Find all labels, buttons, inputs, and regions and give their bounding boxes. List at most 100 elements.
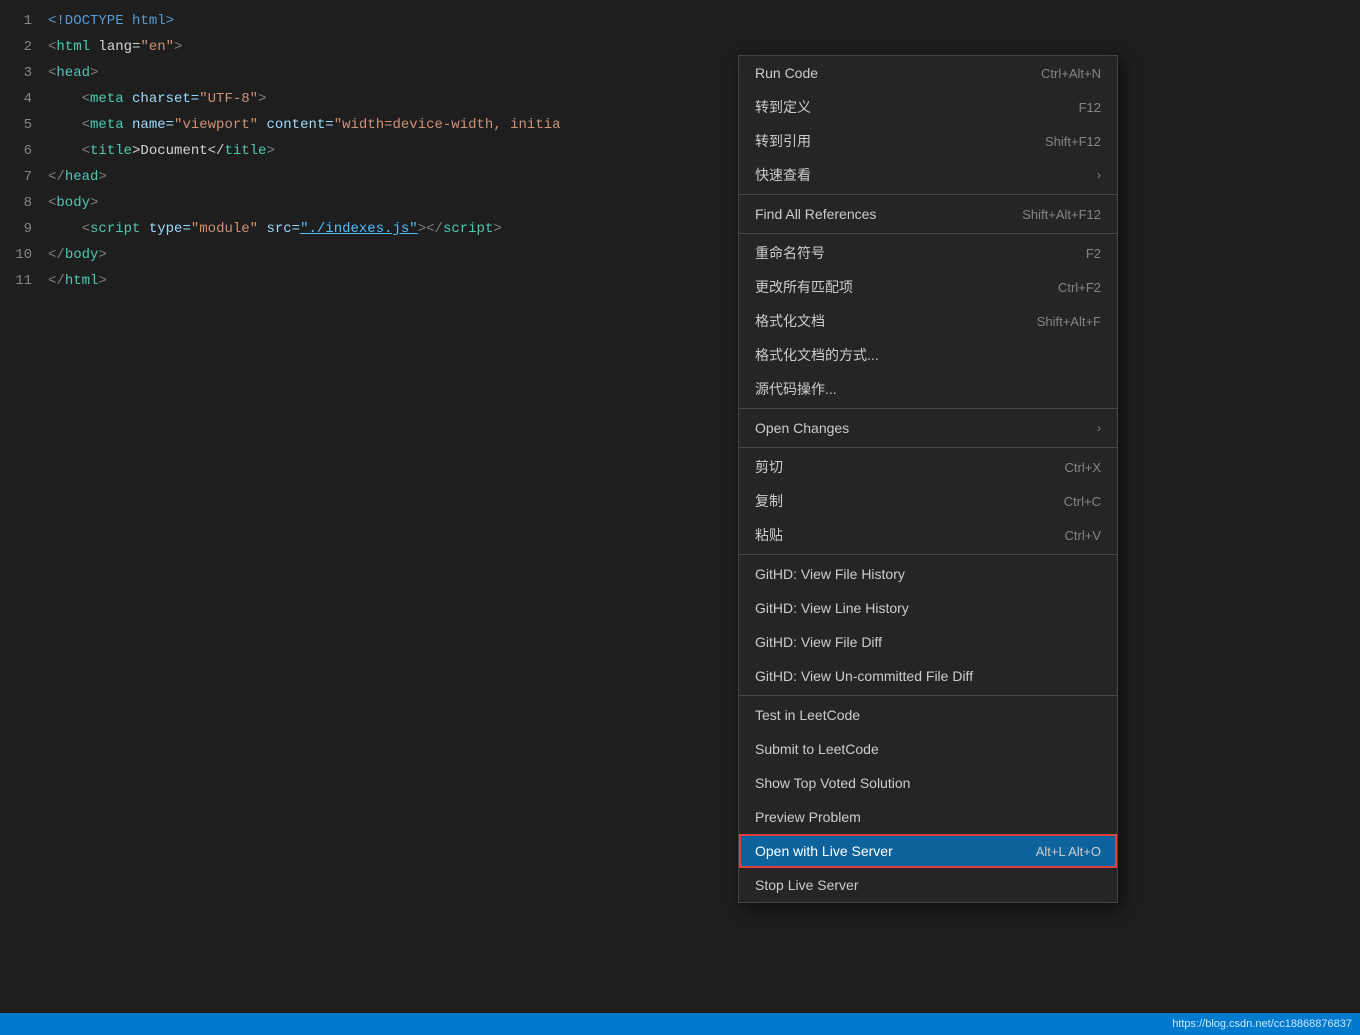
line-content: <script type="module" src="./indexes.js"… (48, 221, 502, 237)
code-line: 5 <meta name="viewport" content="width=d… (0, 112, 1360, 138)
menu-item-quick-view[interactable]: 快速查看 › (739, 158, 1117, 192)
menu-item-label: 快速查看 (755, 165, 811, 185)
code-line: 9 <script type="module" src="./indexes.j… (0, 216, 1360, 242)
code-line: 1<!DOCTYPE html> (0, 8, 1360, 34)
line-number: 1 (0, 13, 48, 29)
menu-item-goto-def[interactable]: 转到定义 F12 (739, 90, 1117, 124)
shortcut-label: Ctrl+Alt+N (1041, 66, 1101, 81)
menu-item-label: 格式化文档 (755, 311, 825, 331)
line-content: <meta name="viewport" content="width=dev… (48, 117, 561, 133)
line-number: 9 (0, 221, 48, 237)
menu-item-label: 转到定义 (755, 97, 811, 117)
menu-item-goto-ref[interactable]: 转到引用 Shift+F12 (739, 124, 1117, 158)
line-number: 8 (0, 195, 48, 211)
menu-item-label: 剪切 (755, 457, 783, 477)
code-line: 2<html lang="en"> (0, 34, 1360, 60)
menu-item-label: Preview Problem (755, 809, 861, 825)
menu-separator (739, 447, 1117, 448)
menu-item-cut[interactable]: 剪切 Ctrl+X (739, 450, 1117, 484)
chevron-right-icon: › (1097, 421, 1101, 435)
shortcut-label: Shift+Alt+F (1037, 314, 1101, 329)
shortcut-label: Ctrl+X (1065, 460, 1101, 475)
menu-item-stop-live-server[interactable]: Stop Live Server (739, 868, 1117, 902)
menu-item-label: 重命名符号 (755, 243, 825, 263)
menu-item-label: Submit to LeetCode (755, 741, 879, 757)
menu-item-label: GitHD: View File History (755, 566, 905, 582)
menu-item-find-refs[interactable]: Find All References Shift+Alt+F12 (739, 197, 1117, 231)
line-content: <body> (48, 195, 98, 211)
shortcut-label: Ctrl+C (1064, 494, 1101, 509)
menu-item-label: Stop Live Server (755, 877, 859, 893)
menu-item-label: GitHD: View File Diff (755, 634, 882, 650)
line-content: </head> (48, 169, 107, 185)
menu-item-label: 源代码操作... (755, 379, 837, 399)
menu-item-label: 更改所有匹配项 (755, 277, 853, 297)
shortcut-label: F2 (1086, 246, 1101, 261)
menu-item-test-leetcode[interactable]: Test in LeetCode (739, 698, 1117, 732)
menu-item-open-live-server[interactable]: Open with Live Server Alt+L Alt+O (739, 834, 1117, 868)
menu-item-label: Find All References (755, 206, 876, 222)
menu-item-label: 复制 (755, 491, 783, 511)
menu-item-githd-file-history[interactable]: GitHD: View File History (739, 557, 1117, 591)
menu-item-githd-uncommitted[interactable]: GitHD: View Un-committed File Diff (739, 659, 1117, 693)
shortcut-label: Shift+F12 (1045, 134, 1101, 149)
shortcut-label: F12 (1079, 100, 1101, 115)
menu-item-source-action[interactable]: 源代码操作... (739, 372, 1117, 406)
line-content: <!DOCTYPE html> (48, 13, 174, 29)
menu-item-preview-problem[interactable]: Preview Problem (739, 800, 1117, 834)
menu-item-run-code[interactable]: Run Code Ctrl+Alt+N (739, 56, 1117, 90)
menu-item-format-doc-with[interactable]: 格式化文档的方式... (739, 338, 1117, 372)
menu-item-label: 转到引用 (755, 131, 811, 151)
line-number: 3 (0, 65, 48, 81)
line-number: 7 (0, 169, 48, 185)
line-number: 6 (0, 143, 48, 159)
menu-item-label: Test in LeetCode (755, 707, 860, 723)
menu-item-label: GitHD: View Line History (755, 600, 909, 616)
menu-item-change-all[interactable]: 更改所有匹配项 Ctrl+F2 (739, 270, 1117, 304)
menu-separator (739, 233, 1117, 234)
code-line: 6 <title>Document</title> (0, 138, 1360, 164)
shortcut-label: Shift+Alt+F12 (1022, 207, 1101, 222)
menu-item-copy[interactable]: 复制 Ctrl+C (739, 484, 1117, 518)
line-number: 4 (0, 91, 48, 107)
code-line: 10</body> (0, 242, 1360, 268)
menu-separator (739, 554, 1117, 555)
code-line: 8<body> (0, 190, 1360, 216)
code-line: 4 <meta charset="UTF-8"> (0, 86, 1360, 112)
menu-item-githd-line-history[interactable]: GitHD: View Line History (739, 591, 1117, 625)
code-line: 11</html> (0, 268, 1360, 294)
menu-item-label: Show Top Voted Solution (755, 775, 910, 791)
menu-item-label: 粘贴 (755, 525, 783, 545)
shortcut-label: Alt+L Alt+O (1036, 844, 1101, 859)
line-content: <meta charset="UTF-8"> (48, 91, 266, 107)
line-content: <html lang="en"> (48, 39, 182, 55)
line-number: 5 (0, 117, 48, 133)
menu-item-githd-file-diff[interactable]: GitHD: View File Diff (739, 625, 1117, 659)
context-menu: Run Code Ctrl+Alt+N 转到定义 F12 转到引用 Shift+F12 快速… (738, 55, 1118, 903)
line-number: 10 (0, 247, 48, 263)
status-bar: https://blog.csdn.net/cc18868876837 (0, 1013, 1360, 1035)
menu-separator (739, 194, 1117, 195)
menu-item-label: GitHD: View Un-committed File Diff (755, 668, 973, 684)
shortcut-label: Ctrl+F2 (1058, 280, 1101, 295)
line-content: </html> (48, 273, 107, 289)
menu-item-label: Run Code (755, 65, 818, 81)
menu-item-label: Open with Live Server (755, 843, 893, 859)
status-url: https://blog.csdn.net/cc18868876837 (1172, 1018, 1352, 1030)
line-content: </body> (48, 247, 107, 263)
menu-separator (739, 695, 1117, 696)
code-line: 3<head> (0, 60, 1360, 86)
menu-item-open-changes[interactable]: Open Changes › (739, 411, 1117, 445)
line-number: 2 (0, 39, 48, 55)
menu-item-rename[interactable]: 重命名符号 F2 (739, 236, 1117, 270)
menu-item-label: 格式化文档的方式... (755, 345, 879, 365)
menu-item-submit-leetcode[interactable]: Submit to LeetCode (739, 732, 1117, 766)
shortcut-label: Ctrl+V (1065, 528, 1101, 543)
menu-item-label: Open Changes (755, 420, 849, 436)
menu-item-paste[interactable]: 粘贴 Ctrl+V (739, 518, 1117, 552)
menu-item-format-doc[interactable]: 格式化文档 Shift+Alt+F (739, 304, 1117, 338)
line-content: <title>Document</title> (48, 143, 275, 159)
editor-area: 1<!DOCTYPE html>2<html lang="en">3<head>… (0, 0, 1360, 1035)
menu-item-show-top-voted[interactable]: Show Top Voted Solution (739, 766, 1117, 800)
chevron-right-icon: › (1097, 168, 1101, 182)
